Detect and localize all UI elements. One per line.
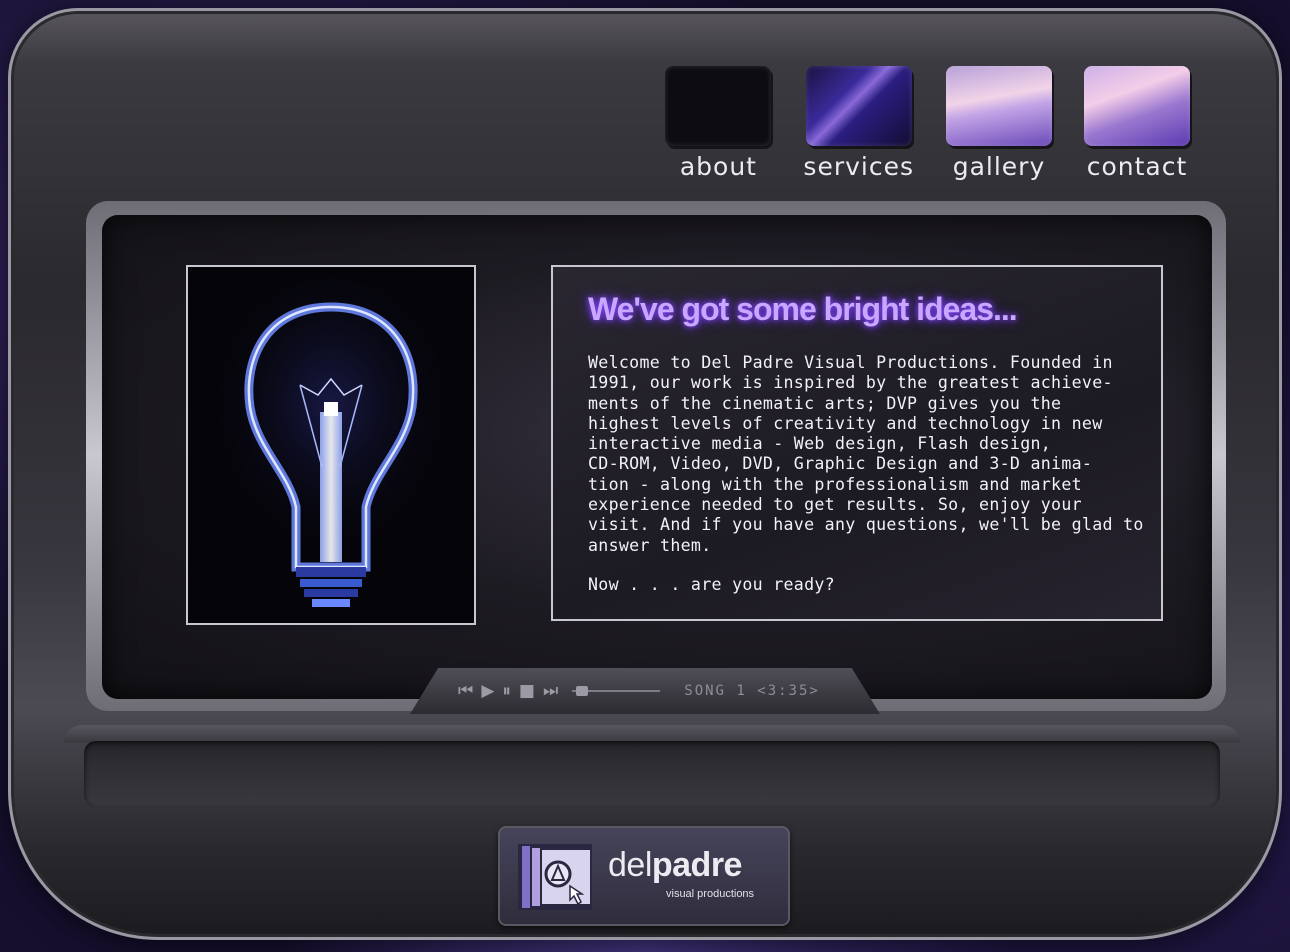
song-info: SONG 1 <3:35> xyxy=(684,683,820,699)
lightbulb-image xyxy=(186,265,476,625)
film-camera-logo-icon xyxy=(518,844,592,910)
closing-text: Now . . . are you ready? xyxy=(588,575,835,594)
welcome-panel: We've got some bright ideas... Welcome t… xyxy=(551,265,1163,621)
logo-word-del: del xyxy=(608,846,652,884)
lightbulb-icon xyxy=(188,267,474,623)
stop-icon[interactable]: ■ xyxy=(519,682,535,700)
services-thumbnail[interactable] xyxy=(805,66,912,146)
headline: We've got some bright ideas... xyxy=(588,291,1018,327)
nav-contact-label[interactable]: contact xyxy=(1087,152,1188,181)
nav-about[interactable]: about xyxy=(665,66,772,181)
skip-back-icon[interactable]: ⏮ xyxy=(458,682,473,700)
gallery-thumbnail[interactable] xyxy=(946,66,1052,146)
nav-gallery-label[interactable]: gallery xyxy=(953,152,1046,181)
screen-bezel: We've got some bright ideas... Welcome t… xyxy=(86,201,1226,711)
skip-forward-icon[interactable]: ⏭ xyxy=(543,682,558,700)
nav-services[interactable]: services xyxy=(803,66,914,181)
contact-thumbnail[interactable] xyxy=(1084,66,1190,146)
media-controls: ⏮ ▶ ⏸ ■ ⏭ SONG 1 <3:35> xyxy=(458,682,820,700)
play-icon[interactable]: ▶ xyxy=(481,682,494,700)
main-nav: about services gallery contact xyxy=(665,66,1190,181)
about-thumbnail[interactable] xyxy=(665,66,772,146)
nav-gallery[interactable]: gallery xyxy=(946,66,1052,181)
content-screen: We've got some bright ideas... Welcome t… xyxy=(102,215,1212,699)
delpadre-logo[interactable]: delpadre visual productions xyxy=(498,826,790,926)
tray xyxy=(84,741,1220,807)
pause-icon[interactable]: ⏸ xyxy=(502,682,511,700)
console-frame: about services gallery contact We've got… xyxy=(8,8,1282,940)
logo-wordmark: delpadre xyxy=(608,846,742,885)
logo-subtitle: visual productions xyxy=(666,888,755,900)
nav-services-label[interactable]: services xyxy=(803,152,914,181)
slider-knob[interactable] xyxy=(576,686,589,696)
track-position-slider[interactable] xyxy=(572,682,661,700)
logo-word-padre: padre xyxy=(651,846,743,884)
welcome-text: Welcome to Del Padre Visual Productions.… xyxy=(588,353,1144,555)
nav-contact[interactable]: contact xyxy=(1084,66,1190,181)
nav-about-label[interactable]: about xyxy=(680,152,757,181)
